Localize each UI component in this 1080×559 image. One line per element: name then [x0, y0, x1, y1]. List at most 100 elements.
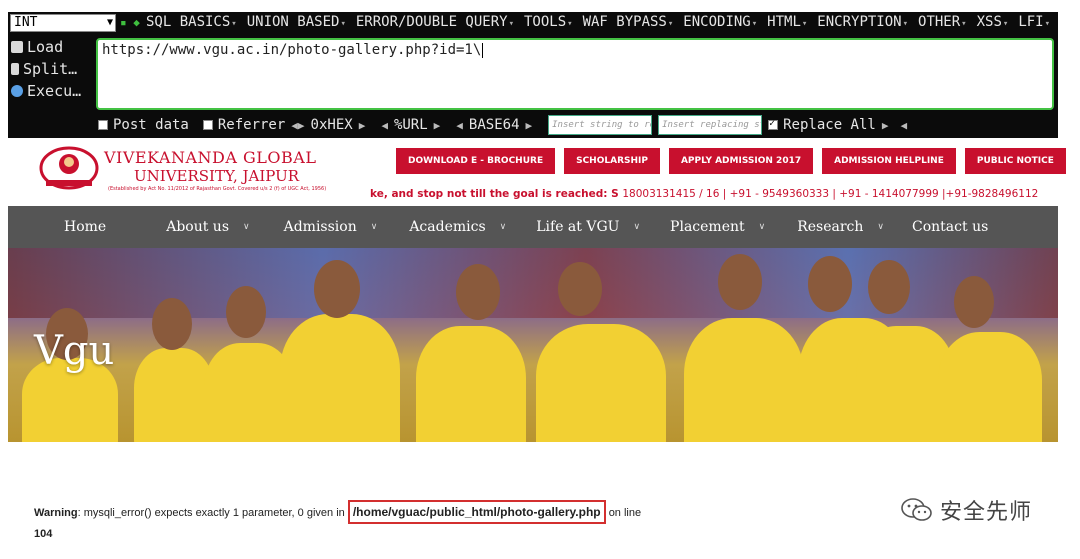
warning-line-number: 104	[34, 528, 53, 540]
menu-label: UNION BASED	[246, 14, 340, 30]
nav-placement[interactable]: Placement ∨	[670, 219, 765, 235]
decode-right-arrow-icon[interactable]: ▶	[526, 119, 533, 132]
chevron-down-icon: ▾	[340, 19, 346, 29]
ticker-quote: ke, and stop not till the goal is reache…	[370, 188, 619, 200]
menu-label: ERROR/DOUBLE QUERY	[355, 14, 508, 30]
chevron-down-icon: ▾	[1044, 19, 1051, 29]
hero-photo-figure	[684, 318, 804, 442]
chevron-down-icon: ▾	[231, 19, 237, 29]
nav-about-us[interactable]: About us ∨	[166, 219, 249, 235]
hero-photo-figure	[868, 260, 910, 314]
insert-replacing-input[interactable]: Insert replacing str	[658, 115, 763, 135]
chevron-down-icon: ∨	[370, 222, 378, 232]
load-icon	[11, 41, 23, 53]
post-data-label: Post data	[113, 117, 189, 133]
menu-union-based[interactable]: UNION BASED▾	[247, 14, 346, 30]
decode-right-arrow-icon[interactable]: ▶	[434, 119, 441, 132]
chevron-down-icon: ∨	[633, 222, 641, 232]
menu-label: HTML	[767, 14, 801, 30]
nav-label: Admission	[283, 219, 357, 235]
menu-sql-basics[interactable]: SQL BASICS▾	[146, 14, 237, 30]
execute-icon	[11, 85, 23, 97]
nav-life-at-vgu[interactable]: Life at VGU ∨	[536, 219, 640, 235]
public-notice-button[interactable]: PUBLIC NOTICE	[964, 148, 1066, 174]
hero-photo-figure	[416, 326, 526, 442]
nav-label: Home	[64, 219, 107, 235]
load-url-button[interactable]: Load	[8, 36, 98, 58]
menu-other[interactable]: OTHER▾	[918, 14, 967, 30]
highlighted-file-path: /home/vguac/public_html/photo-gallery.ph…	[347, 500, 606, 524]
menu-xss[interactable]: XSS▾	[977, 14, 1009, 30]
nav-label: About us	[166, 219, 229, 235]
hero-photo-figure	[558, 262, 602, 316]
chevron-down-icon: ▾	[567, 19, 573, 29]
split-icon	[11, 63, 19, 75]
menu-label: WAF BYPASS	[582, 14, 667, 30]
nav-academics[interactable]: Academics ∨	[409, 219, 506, 235]
status-dots-icon: ▪ ◆	[120, 16, 140, 29]
nav-label: Placement	[670, 219, 745, 235]
decode-right-arrow-icon[interactable]: ▶	[359, 119, 366, 132]
hero-title: Vgu	[34, 328, 115, 374]
download-brochure-button[interactable]: DOWNLOAD E - BROCHURE	[396, 148, 556, 174]
scholarship-button[interactable]: SCHOLARSHIP	[564, 148, 660, 174]
menu-tools[interactable]: TOOLS▾	[524, 14, 573, 30]
referrer-checkbox[interactable]	[202, 120, 213, 130]
hackbar-menu-items: SQL BASICS▾ UNION BASED▾ ERROR/DOUBLE QU…	[146, 14, 1050, 30]
chevron-down-icon: ∨	[758, 222, 766, 232]
menu-label: XSS	[976, 14, 1002, 30]
apply-admission-button[interactable]: APPLY ADMISSION 2017	[668, 148, 814, 174]
nav-admission[interactable]: Admission ∨	[284, 219, 378, 235]
wechat-icon	[901, 498, 932, 521]
menu-encryption[interactable]: ENCRYPTION▾	[817, 14, 908, 30]
chevron-down-icon: ∨	[499, 222, 507, 232]
split-url-label: Split…	[23, 60, 78, 78]
menu-encoding[interactable]: ENCODING▾	[683, 14, 757, 30]
chevron-down-icon: ▾	[961, 19, 967, 29]
encode-left-arrow-icon[interactable]: ◀	[456, 119, 463, 132]
encode-left-arrow-icon[interactable]: ◀▶	[291, 119, 304, 132]
university-logo-icon[interactable]	[38, 146, 100, 192]
hero-photo-figure	[314, 260, 360, 318]
url-text: https://www.vgu.ac.in/photo-gallery.php?…	[102, 42, 482, 58]
chevron-down-icon: ∨	[877, 222, 885, 232]
nav-items: Home About us ∨ Admission ∨ Academics ∨ …	[8, 206, 1058, 248]
hackbar-menu: INT ▼ ▪ ◆ SQL BASICS▾ UNION BASED▾ ERROR…	[8, 12, 1058, 34]
nav-label: Life at VGU	[536, 219, 620, 235]
nav-home[interactable]: Home	[64, 219, 106, 235]
replace-all-checkbox[interactable]	[768, 118, 779, 130]
hero-photo-figure	[456, 264, 500, 320]
url-encode-button[interactable]: %URL	[394, 117, 428, 133]
menu-lfi[interactable]: LFI▾	[1018, 14, 1050, 30]
post-data-checkbox[interactable]	[98, 120, 108, 130]
base64-button[interactable]: BASE64	[469, 117, 520, 133]
hero-photo-figure	[152, 298, 192, 350]
watermark-text: 安全先师	[940, 500, 1033, 525]
replace-right-arrow-icon[interactable]: ▶	[882, 119, 889, 132]
url-textarea[interactable]: https://www.vgu.ac.in/photo-gallery.php?…	[96, 38, 1054, 110]
logo-title: VIVEKANANDA GLOBAL	[104, 148, 317, 167]
logo-subtitle: UNIVERSITY, JAIPUR	[134, 167, 300, 185]
nav-research[interactable]: Research ∨	[797, 219, 884, 235]
text-cursor	[482, 42, 484, 58]
hex-button[interactable]: 0xHEX	[311, 117, 353, 133]
chevron-down-icon: ▾	[801, 19, 808, 29]
hero-photo-figure	[954, 276, 994, 328]
execute-button[interactable]: Execu…	[8, 80, 98, 102]
hackbar-options: Post data Referrer ◀▶ 0xHEX ▶ ◀ %URL ▶ ◀…	[98, 114, 913, 136]
menu-waf-bypass[interactable]: WAF BYPASS▾	[583, 14, 674, 30]
chevron-down-icon: ▾	[508, 19, 514, 29]
hero-photo-figure	[718, 254, 762, 310]
nav-contact-us[interactable]: Contact us	[912, 219, 988, 235]
insert-string-input[interactable]: Insert string to rep	[548, 115, 653, 135]
nav-label: Academics	[409, 219, 486, 235]
warning-suffix: on line	[608, 507, 642, 519]
injection-type-select[interactable]: INT ▼	[10, 14, 116, 32]
encode-left-arrow-icon[interactable]: ◀	[381, 119, 388, 132]
menu-error-double-query[interactable]: ERROR/DOUBLE QUERY▾	[356, 14, 514, 30]
php-warning: Warning: mysqli_error() expects exactly …	[34, 500, 794, 545]
replace-left-arrow-icon[interactable]: ◀	[900, 119, 907, 132]
split-url-button[interactable]: Split…	[8, 58, 98, 80]
admission-helpline-button[interactable]: ADMISSION HELPLINE	[822, 148, 956, 174]
menu-html[interactable]: HTML▾	[767, 14, 807, 30]
